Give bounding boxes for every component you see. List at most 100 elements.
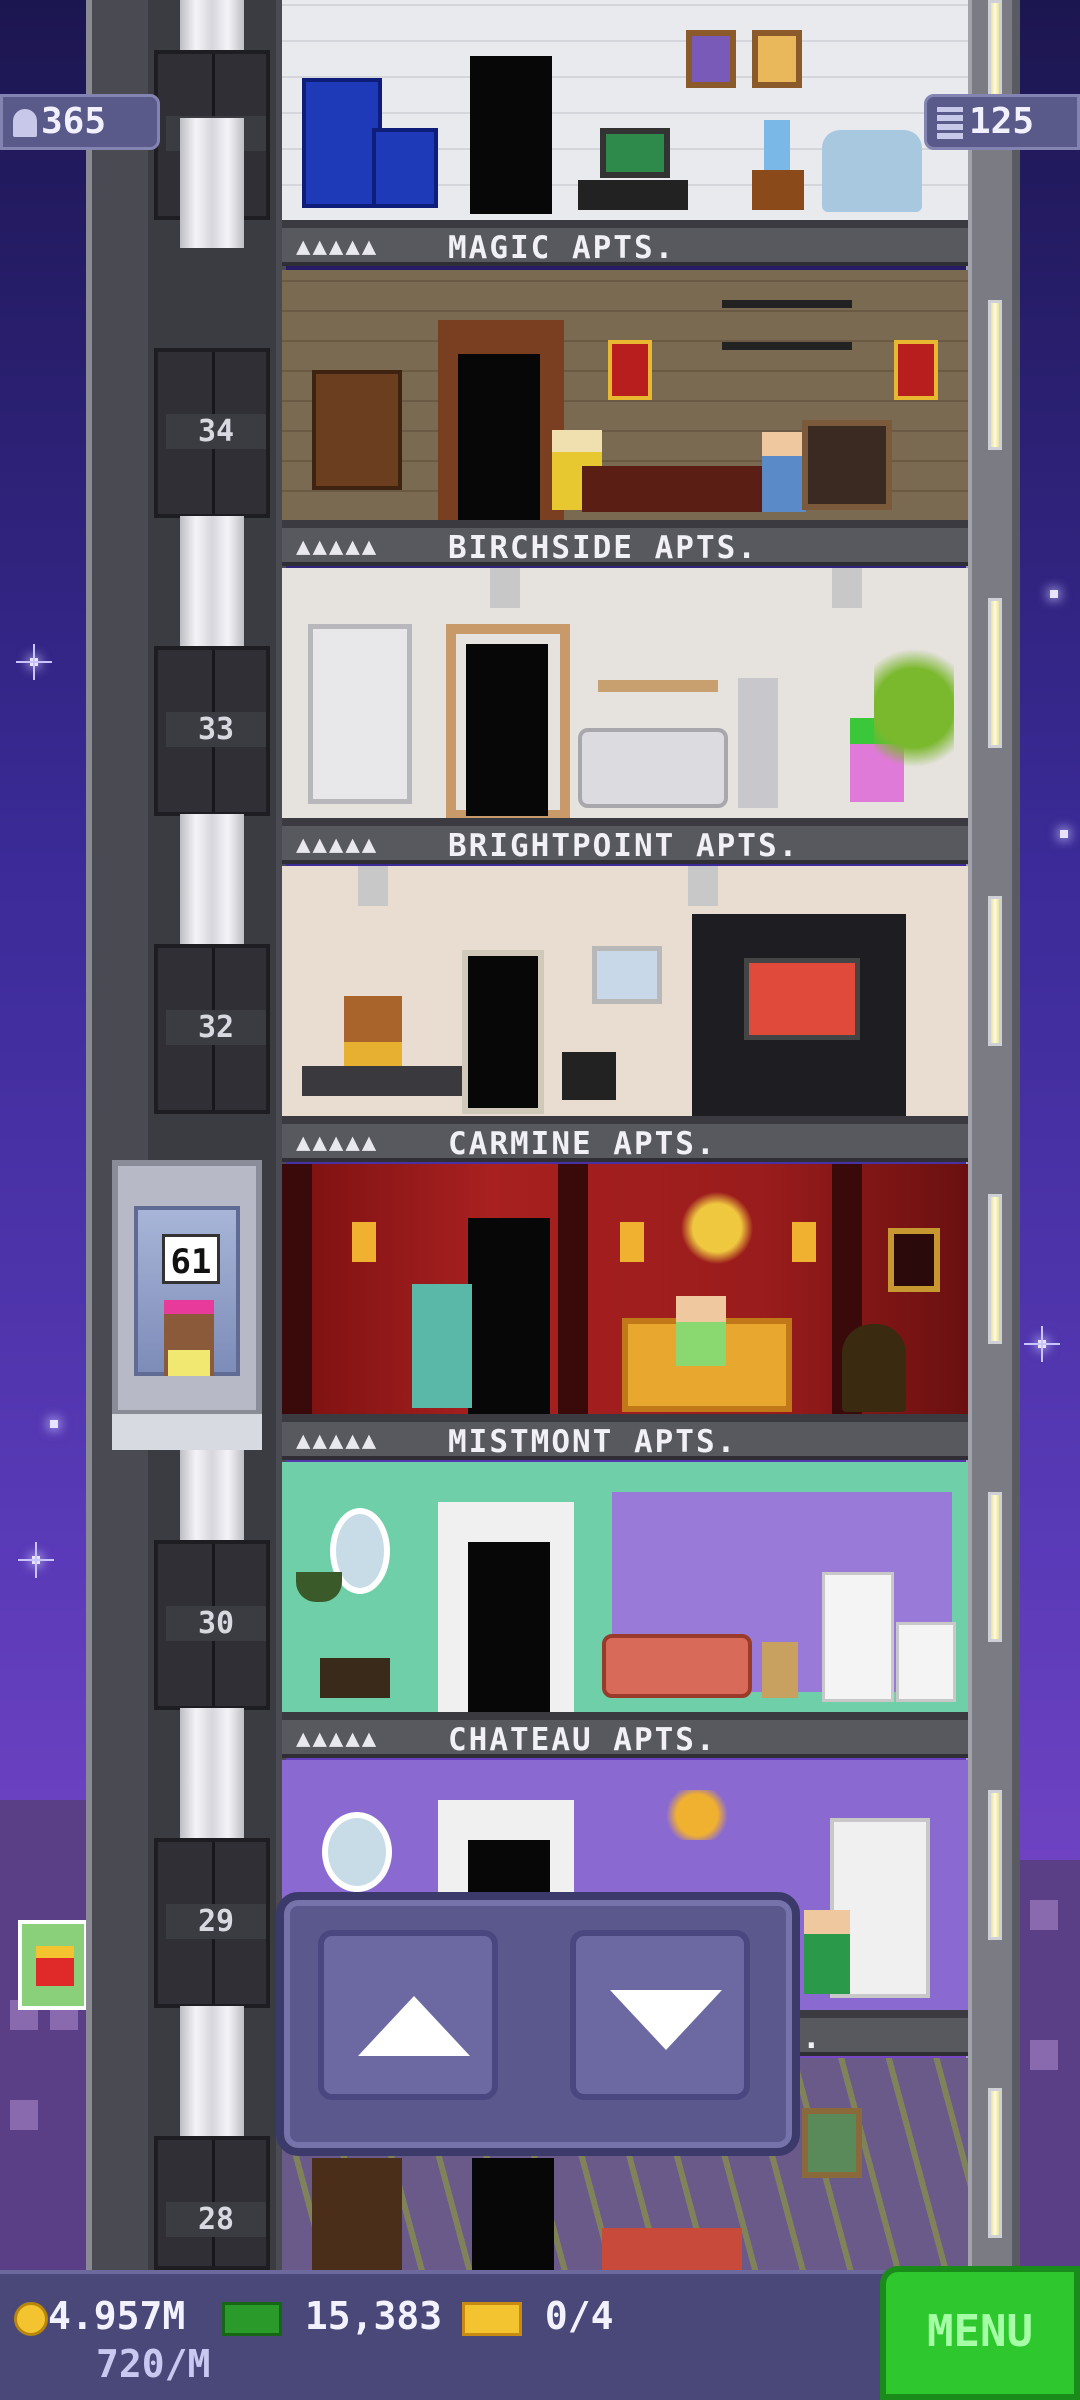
shaft-cable-section bbox=[180, 814, 244, 944]
elevator-control-pad bbox=[276, 1892, 800, 2156]
floor-34-room[interactable] bbox=[282, 270, 968, 528]
shaft-door: 34 bbox=[154, 348, 270, 518]
shaft-door: 29 bbox=[154, 1838, 270, 2008]
floor-sign-magic[interactable]: ▲▲▲▲▲ MAGIC APTS. bbox=[282, 228, 968, 266]
floor-31-room[interactable] bbox=[282, 1164, 968, 1422]
bux-icon bbox=[222, 2301, 282, 2336]
floor-32-room[interactable] bbox=[282, 866, 968, 1124]
resident-in-bed bbox=[676, 1296, 726, 1366]
tickets-value: 0/4 bbox=[544, 2294, 614, 2338]
ceiling-lamp bbox=[688, 866, 718, 906]
chandelier bbox=[722, 300, 852, 350]
coins-rate: 720/M bbox=[96, 2342, 211, 2386]
shaft-cable-section bbox=[180, 1450, 244, 1540]
fireplace bbox=[802, 420, 892, 510]
floor-name: BRIGHTPOINT APTS. bbox=[448, 828, 800, 864]
stove bbox=[372, 128, 438, 208]
shaft-floor-number: 30 bbox=[166, 1606, 266, 1641]
elevator-up-button[interactable] bbox=[318, 1930, 498, 2100]
shaft-floor-number: 32 bbox=[166, 1010, 266, 1045]
city-window bbox=[10, 2100, 38, 2130]
floor-name: CARMINE APTS. bbox=[448, 1126, 717, 1162]
arrow-down-icon bbox=[610, 1990, 722, 2050]
table-lamp bbox=[764, 120, 790, 170]
shaft-floor-number: 34 bbox=[166, 414, 266, 449]
population-counter[interactable]: 365 bbox=[0, 94, 160, 150]
floor-name: MAGIC APTS. bbox=[448, 230, 676, 266]
floor-30-room[interactable] bbox=[282, 1462, 968, 1720]
cabinet bbox=[308, 624, 412, 804]
tv-table bbox=[578, 180, 688, 210]
ticket-icon bbox=[462, 2301, 522, 2336]
rating-stars: ▲▲▲▲▲ bbox=[296, 1724, 379, 1752]
potted-plant bbox=[762, 1642, 798, 1698]
floor-name: MISTMONT APTS. bbox=[448, 1424, 738, 1460]
menu-button[interactable]: MENU bbox=[880, 2266, 1080, 2400]
bux-stat[interactable]: 15,383 bbox=[222, 2294, 442, 2338]
elevator-interior: 61 bbox=[134, 1206, 240, 1376]
coins-stat[interactable]: 4.957M bbox=[14, 2294, 185, 2338]
apartment-door bbox=[470, 56, 552, 214]
small-star bbox=[50, 1420, 58, 1428]
ceiling-lamp bbox=[358, 866, 388, 906]
ceiling-lamp bbox=[832, 568, 862, 608]
floor-sign-carmine[interactable]: ▲▲▲▲▲ CARMINE APTS. bbox=[282, 1124, 968, 1162]
framed-painting bbox=[888, 1228, 940, 1292]
small-star bbox=[1060, 830, 1068, 838]
sparkle-star bbox=[18, 1542, 54, 1578]
shaft-door: 32 bbox=[154, 944, 270, 1114]
floor-name: CHATEAU APTS. bbox=[448, 1722, 717, 1758]
apartment-door bbox=[466, 644, 548, 816]
rating-stars: ▲▲▲▲▲ bbox=[296, 1128, 379, 1156]
floor-sign-brightpoint[interactable]: ▲▲▲▲▲ BRIGHTPOINT APTS. bbox=[282, 826, 968, 864]
elevator-passenger bbox=[164, 1300, 214, 1376]
coin-icon bbox=[14, 2301, 48, 2336]
elevator-passenger-destination: 61 bbox=[162, 1234, 220, 1284]
apartment-door bbox=[458, 354, 540, 520]
banner bbox=[608, 340, 652, 400]
elevator-down-button[interactable] bbox=[570, 1930, 750, 2100]
floor-35-room[interactable] bbox=[282, 0, 968, 228]
building-icon bbox=[937, 107, 963, 139]
floors-counter[interactable]: 125 bbox=[924, 94, 1080, 150]
potted-plant bbox=[874, 648, 954, 798]
stove bbox=[896, 1622, 956, 1702]
floor-sign-chateau[interactable]: ▲▲▲▲▲ CHATEAU APTS. bbox=[282, 1720, 968, 1758]
speaker bbox=[562, 1052, 616, 1100]
fries-icon bbox=[36, 1946, 74, 1986]
floor-lamp bbox=[738, 678, 778, 808]
floor-sign-mistmont[interactable]: ▲▲▲▲▲ MISTMONT APTS. bbox=[282, 1422, 968, 1460]
floor-33-room[interactable] bbox=[282, 568, 968, 826]
small-star bbox=[1050, 590, 1058, 598]
shaft-cable-section bbox=[180, 1708, 244, 1838]
city-window bbox=[1030, 2040, 1058, 2070]
floor-name: BIRCHSIDE APTS. bbox=[448, 530, 758, 566]
chandelier bbox=[672, 1188, 762, 1268]
elevator-car-base bbox=[112, 1410, 262, 1450]
bookshelf bbox=[312, 370, 402, 490]
apartment-door bbox=[462, 950, 544, 1114]
shaft-door: 30 bbox=[154, 1540, 270, 1710]
chandelier bbox=[652, 1790, 742, 1840]
shaft-floor-32: 32 bbox=[150, 814, 274, 1194]
coins-value: 4.957M bbox=[48, 2294, 186, 2338]
wall-light bbox=[988, 896, 1002, 1046]
shaft-floor-number: 28 bbox=[166, 2202, 266, 2237]
rating-stars: ▲▲▲▲▲ bbox=[296, 830, 379, 858]
armchair bbox=[822, 130, 922, 212]
fries-billboard bbox=[18, 1920, 88, 2010]
bookshelf bbox=[312, 2158, 402, 2270]
side-table bbox=[320, 1658, 390, 1698]
robot-figure bbox=[412, 1284, 472, 1408]
shaft-cable-section bbox=[180, 0, 244, 50]
elevator-car[interactable]: 61 bbox=[112, 1160, 262, 1450]
tickets-stat[interactable]: 0/4 bbox=[462, 2294, 614, 2338]
wall-light bbox=[988, 1194, 1002, 1344]
floors-value: 125 bbox=[969, 101, 1035, 142]
shaft-floor-28: 28 bbox=[150, 2006, 274, 2270]
ceiling-lamp bbox=[490, 568, 520, 608]
shaft-cable-section bbox=[180, 516, 244, 646]
floor-sign-birchside[interactable]: ▲▲▲▲▲ BIRCHSIDE APTS. bbox=[282, 528, 968, 566]
city-window bbox=[1030, 1900, 1058, 1930]
apartment-door bbox=[472, 2158, 554, 2270]
